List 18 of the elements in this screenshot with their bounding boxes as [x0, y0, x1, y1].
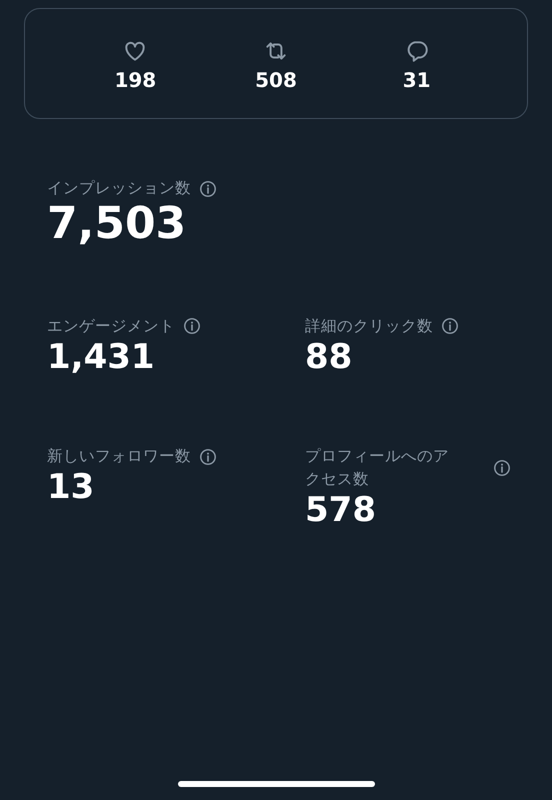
- metric-value: 7,503: [47, 200, 188, 249]
- info-icon[interactable]: [199, 180, 217, 198]
- metric-label: 新しいフォロワー数: [47, 446, 191, 467]
- info-icon[interactable]: [441, 317, 459, 336]
- metric-label: 詳細のクリック数: [305, 316, 433, 337]
- metric-value: 578: [305, 491, 377, 531]
- metric-value: 88: [305, 338, 354, 377]
- count: 508: [255, 70, 297, 90]
- info-icon[interactable]: [199, 448, 217, 466]
- count: 31: [402, 70, 431, 90]
- metric-value: 13: [47, 468, 96, 508]
- metric-value: 1,431: [47, 338, 156, 377]
- info-icon[interactable]: [183, 317, 201, 336]
- metric-label: プロフィールへのアクセス数: [305, 446, 450, 490]
- info-icon[interactable]: [493, 459, 511, 478]
- metric-label: エンゲージメント: [47, 316, 175, 337]
- count: 198: [114, 70, 156, 90]
- metric-label: インプレッション数: [47, 178, 191, 199]
